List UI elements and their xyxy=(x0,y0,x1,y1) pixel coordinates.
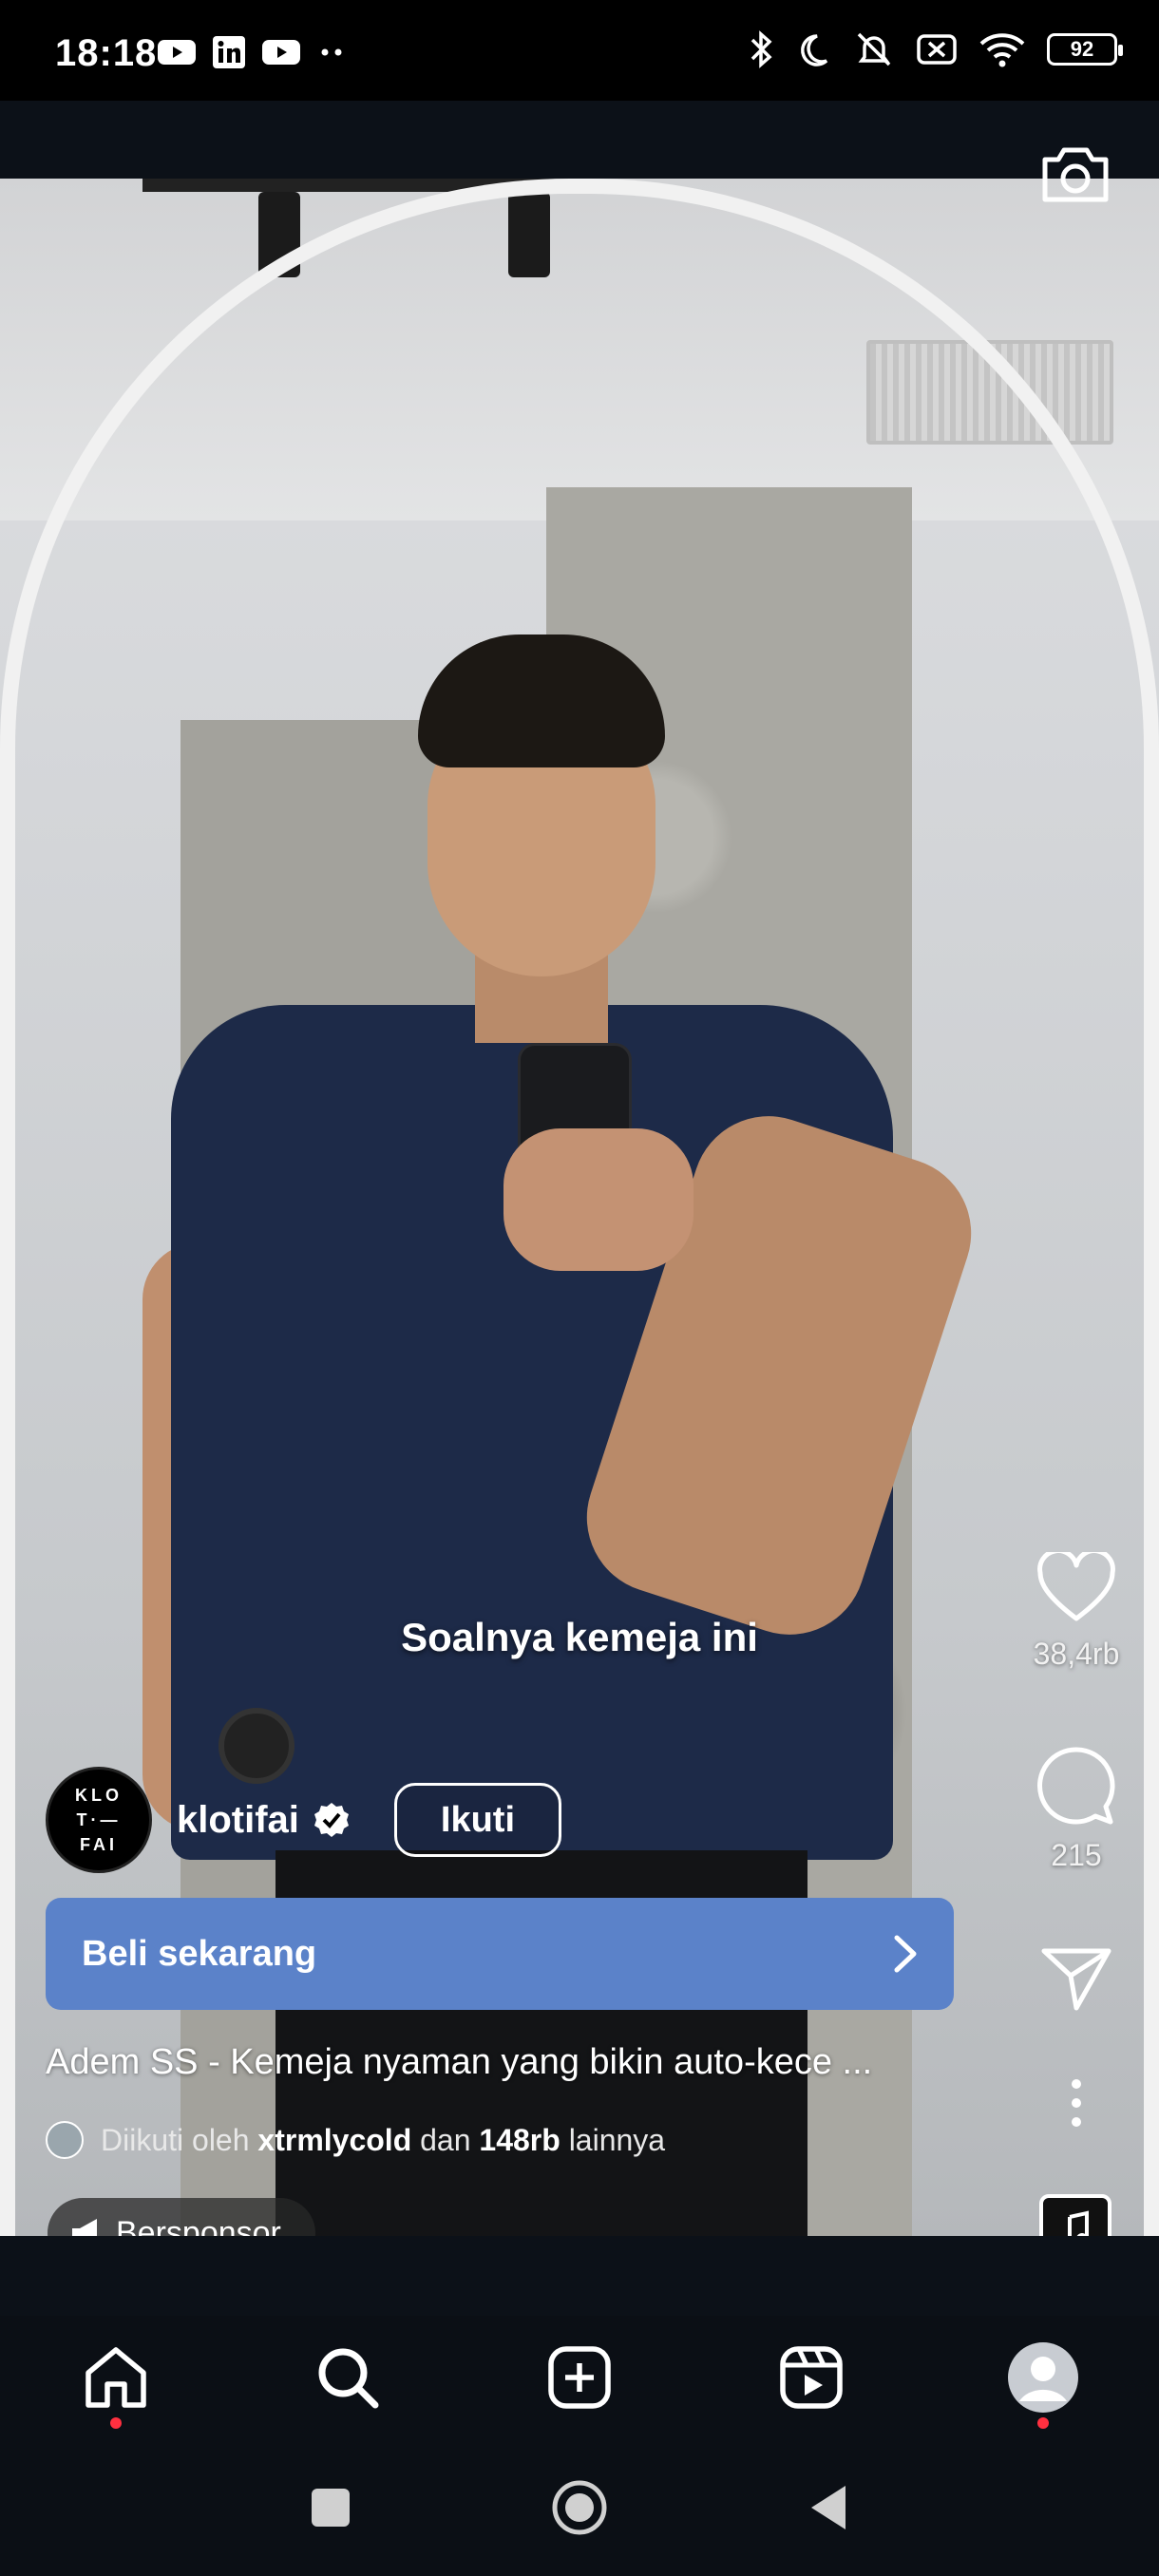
like-count: 38,4rb xyxy=(1033,1637,1120,1671)
like-button[interactable]: 38,4rb xyxy=(1015,1548,1138,1672)
share-button[interactable] xyxy=(1015,1945,1138,2018)
verified-badge-icon xyxy=(314,1803,349,1837)
silent-icon xyxy=(857,32,891,66)
camera-button[interactable] xyxy=(1039,142,1112,205)
heart-icon xyxy=(1037,1548,1115,1621)
plus-square-icon xyxy=(548,2346,611,2409)
nav-create[interactable] xyxy=(522,2320,636,2434)
system-nav xyxy=(0,2439,1159,2576)
battery-level: 92 xyxy=(1070,37,1094,61)
notification-dot xyxy=(1037,2417,1049,2429)
post-description[interactable]: Adem SS - Kemeja nyaman yang bikin auto-… xyxy=(46,2042,958,2083)
followed-suffix: lainnya xyxy=(568,2122,666,2157)
system-icons: 92 xyxy=(749,28,1123,70)
comment-icon xyxy=(1037,1747,1115,1825)
bottom-nav xyxy=(0,2316,1159,2439)
send-icon xyxy=(1041,1948,1112,2011)
comment-button[interactable]: 215 xyxy=(1015,1746,1138,1873)
recents-button-icon[interactable] xyxy=(310,2487,352,2529)
nav-home[interactable] xyxy=(59,2320,173,2434)
avatar[interactable]: KLO T·— FAI xyxy=(46,1767,152,1873)
home-icon xyxy=(86,2347,146,2408)
status-time: 18:18 xyxy=(55,32,158,74)
bluetooth-icon xyxy=(750,30,772,68)
wifi-icon xyxy=(979,33,1025,67)
avatar-line: T·— xyxy=(76,1810,122,1829)
comment-count: 215 xyxy=(1051,1838,1102,1872)
account-row: KLO T·— FAI klotifai Ikuti xyxy=(46,1767,562,1873)
no-sim-icon xyxy=(917,34,957,65)
more-options-button[interactable] xyxy=(1015,2076,1138,2134)
back-button-icon[interactable] xyxy=(808,2484,849,2531)
followed-prefix: Diikuti oleh xyxy=(101,2122,250,2157)
battery-icon: 92 xyxy=(1047,33,1123,66)
shop-now-button[interactable]: Beli sekarang xyxy=(46,1898,954,2010)
camera-icon xyxy=(1042,147,1109,202)
avatar-line: KLO xyxy=(75,1786,123,1805)
followed-by[interactable]: Diikuti oleh xtrmlycold dan 148rb lainny… xyxy=(46,2118,665,2162)
home-button-icon[interactable] xyxy=(551,2479,608,2536)
linkedin-icon xyxy=(213,36,245,68)
follower-avatar xyxy=(46,2121,84,2159)
video-caption: Soalnya kemeja ini xyxy=(401,1615,758,1659)
username[interactable]: klotifai xyxy=(177,1799,299,1842)
status-bar: 18:18 92 xyxy=(0,0,1159,101)
notification-icons xyxy=(158,36,346,68)
notification-dot xyxy=(110,2417,122,2429)
nav-profile[interactable] xyxy=(986,2320,1100,2434)
bottom-strip xyxy=(0,2236,1159,2316)
top-bar xyxy=(0,101,1159,179)
more-vertical-icon xyxy=(1072,2079,1081,2127)
reels-icon xyxy=(780,2346,843,2409)
follower-username: xtrmlycold xyxy=(257,2122,412,2157)
nav-reels[interactable] xyxy=(754,2320,868,2434)
search-icon xyxy=(318,2348,379,2409)
profile-avatar-icon xyxy=(1008,2342,1078,2413)
shop-now-label: Beli sekarang xyxy=(82,1933,317,1974)
youtube-icon xyxy=(158,40,196,65)
followed-middle: dan xyxy=(420,2122,471,2157)
moon-icon xyxy=(801,34,828,66)
more-dots-icon xyxy=(321,48,342,56)
youtube-icon xyxy=(262,40,300,65)
followed-count: 148rb xyxy=(479,2122,560,2157)
nav-search[interactable] xyxy=(291,2320,405,2434)
chevron-right-icon xyxy=(894,1935,917,1973)
follow-button[interactable]: Ikuti xyxy=(393,1783,562,1857)
avatar-line: FAI xyxy=(79,1835,118,1854)
